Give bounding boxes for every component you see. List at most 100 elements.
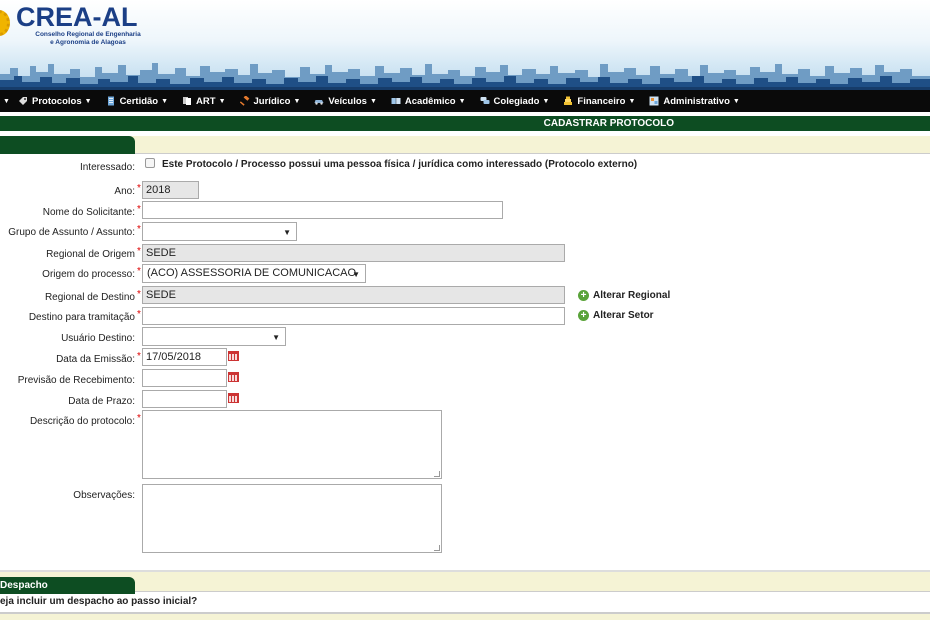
grupo-assunto-label: Grupo de Assunto / Assunto: [8,227,135,238]
nav-label-academico: Acadêmico [404,95,456,107]
page-title: CADASTRAR PROTOCOLO [0,116,930,131]
interessado-label: Interessado: [79,162,135,173]
nav-label-certidao: Certidão [119,95,159,107]
nav-item-certidao[interactable]: Certidão ▼ [106,96,168,107]
dropdown-arrow-icon: ▼ [272,333,280,342]
regional-origem-field[interactable]: SEDE [142,244,565,262]
brand-subtitle: Conselho Regional de Engenharia e Agrono… [28,31,148,47]
nav-item-protocolos[interactable]: Protocolos ▼ [18,96,92,107]
plus-circle-icon: + [578,290,589,301]
usuario-destino-select[interactable]: ▼ [142,327,286,346]
usuario-destino-label: Usuário Destino: [61,333,135,344]
nav-label-art: ART [196,95,216,107]
observacoes-label: Observações: [73,490,135,501]
document-icon [107,96,114,106]
coins-icon [564,96,573,105]
despacho-question: eja incluir um despacho ao passo inicial… [0,596,198,607]
despacho-section-header: Despacho [0,570,930,594]
despacho-tab[interactable]: Despacho [0,577,135,594]
nav-item-colegiado[interactable]: Colegiado ▼ [480,95,550,107]
dropdown-arrow-icon: ▼ [283,228,291,237]
descricao-textarea[interactable] [142,410,442,479]
files-icon [183,97,192,105]
alterar-setor-link[interactable]: + Alterar Setor [578,310,654,321]
destino-tramitacao-label: Destino para tramitação [28,312,135,323]
origem-processo-value: (ACO) ASSESSORIA DE COMUNICACAO [147,267,357,279]
interessado-checkbox-text: Este Protocolo / Processo possui uma pes… [162,159,638,170]
chevron-down-icon: ▼ [369,97,377,105]
chevron-down-icon: ▼ [458,97,466,105]
nome-solicitante-label: Nome do Solicitante: [42,207,135,218]
chevron-down-icon: ▼ [218,97,226,105]
nav-label-financeiro: Financeiro [577,95,626,107]
chevron-down-icon: ▼ [3,97,10,105]
form-section-header [0,136,930,154]
observacoes-textarea[interactable] [142,484,442,553]
ano-field[interactable]: 2018 [142,181,199,199]
alterar-regional-link[interactable]: + Alterar Regional [578,290,670,301]
nav-item-home[interactable]: ▼ [0,98,10,105]
nav-item-administrativo[interactable]: Administrativo ▼ [649,95,740,107]
required-marker: * [137,224,141,235]
main-nav: ▼ Protocolos ▼ Certidão ▼ ART ▼ Jurídico ▼ V… [0,90,930,112]
regional-origem-label: Regional de Origem [46,249,135,260]
required-marker: * [137,204,141,215]
nav-label-veiculos: Veículos [328,95,367,107]
chevron-down-icon: ▼ [84,97,92,105]
calendar-icon[interactable] [228,393,239,403]
chevron-down-icon: ▼ [732,97,740,105]
brand-subtitle-line2: e Agronomia de Alagoas [50,39,126,46]
nav-label-protocolos: Protocolos [32,95,82,107]
resize-grip-icon[interactable] [434,471,440,477]
brand-subtitle-line1: Conselho Regional de Engenharia [35,31,141,38]
nav-item-financeiro[interactable]: Financeiro ▼ [563,96,635,107]
dropdown-arrow-icon: ▼ [352,270,360,279]
nav-label-colegiado: Colegiado [493,95,540,107]
car-icon [314,100,324,105]
required-marker: * [137,289,141,300]
regional-destino-field[interactable]: SEDE [142,286,565,304]
crea-gear-logo-icon [0,10,10,36]
data-emissao-input[interactable]: 17/05/2018 [142,348,227,366]
ano-label: Ano: [114,186,135,197]
nav-label-administrativo: Administrativo [663,95,730,107]
city-skyline-icon [0,63,930,90]
calendar-icon[interactable] [228,372,239,382]
plus-circle-icon: + [578,310,589,321]
data-prazo-label: Data de Prazo: [68,396,135,407]
resize-grip-icon[interactable] [434,545,440,551]
nav-item-veiculos[interactable]: Veículos ▼ [314,96,377,107]
regional-destino-label: Regional de Destino [44,292,135,303]
alterar-regional-label: Alterar Regional [593,290,671,301]
nav-label-juridico: Jurídico [253,95,291,107]
site-header: CREA-AL Conselho Regional de Engenharia … [0,0,930,90]
required-marker: * [137,309,141,320]
form-section-tab [0,136,135,154]
required-marker: * [137,413,141,424]
chat-icon [480,97,490,104]
grupo-assunto-select[interactable]: ▼ [142,222,297,241]
nav-item-juridico[interactable]: Jurídico ▼ [239,95,300,107]
required-marker: * [137,266,141,277]
admin-icon [649,96,659,106]
calendar-icon[interactable] [228,351,239,361]
gavel-icon [239,96,249,106]
previsao-recebimento-input[interactable] [142,369,227,387]
destino-tramitacao-input[interactable] [142,307,565,325]
origem-processo-select[interactable]: (ACO) ASSESSORIA DE COMUNICACAO ▼ [142,264,366,283]
data-prazo-input[interactable] [142,390,227,408]
required-marker: * [137,351,141,362]
required-marker: * [137,246,141,257]
nav-item-academico[interactable]: Acadêmico ▼ [391,96,466,107]
chevron-down-icon: ▼ [542,97,550,105]
interessado-checkbox[interactable] [145,158,155,168]
origem-processo-label: Origem do processo: [42,269,135,280]
nav-item-art[interactable]: ART ▼ [182,95,226,107]
chevron-down-icon: ▼ [628,97,636,105]
brand-title[interactable]: CREA-AL [16,2,138,33]
descricao-label: Descrição do protocolo: [29,416,135,427]
previsao-recebimento-label: Previsão de Recebimento: [17,375,135,386]
data-emissao-label: Data da Emissão: [56,354,135,365]
nome-solicitante-input[interactable] [142,201,503,219]
book-icon [391,98,401,104]
